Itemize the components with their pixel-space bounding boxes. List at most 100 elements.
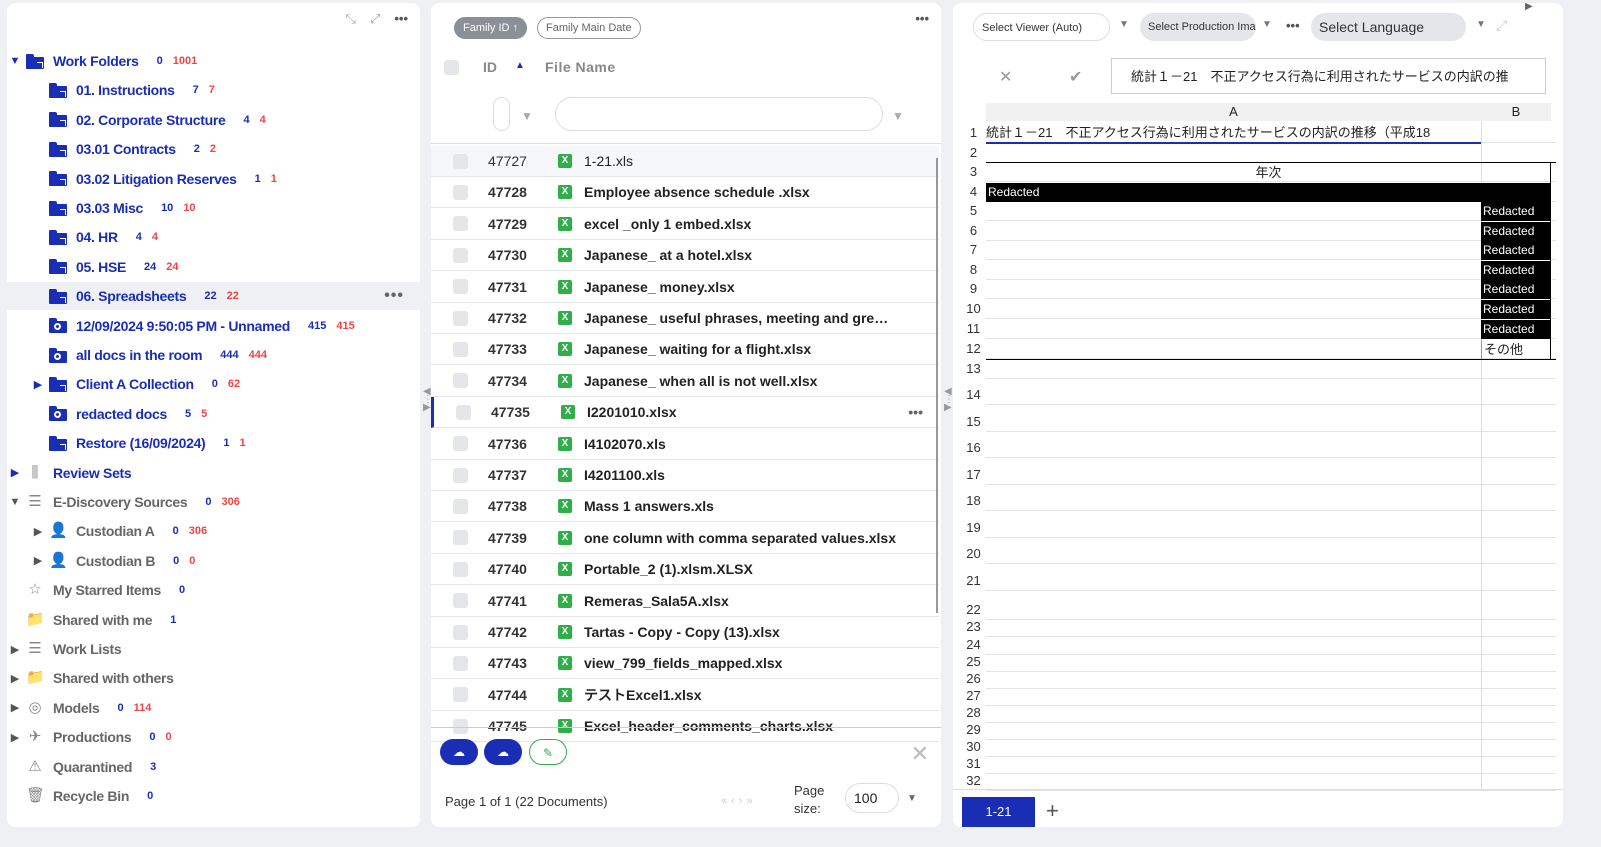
chevron-right-icon[interactable]: ▶ xyxy=(8,466,22,479)
row-checkbox[interactable] xyxy=(453,593,468,609)
table-row[interactable]: 47743 Xview_799_fields_mapped.xlsx xyxy=(431,648,939,680)
filter-icon[interactable]: ▼ xyxy=(521,109,533,123)
row-header[interactable]: 14 xyxy=(961,386,986,404)
production-select[interactable]: Select Production Imag xyxy=(1140,13,1256,41)
cell-b12[interactable]: その他 xyxy=(1481,340,1551,360)
row-checkbox[interactable] xyxy=(453,247,468,263)
more-icon[interactable]: ••• xyxy=(384,287,404,305)
play-icon[interactable]: ▶ xyxy=(1525,3,1533,12)
row-header[interactable]: 20 xyxy=(961,545,986,563)
table-row[interactable]: 47727 X 1-21.xls xyxy=(431,146,939,177)
tree-item[interactable]: 🗑 Recycle Bin 0 xyxy=(7,782,420,810)
row-header[interactable]: 12 xyxy=(961,340,986,358)
row-header[interactable]: 30 xyxy=(961,738,986,756)
filename-filter-input[interactable] xyxy=(555,97,883,131)
sort-pill-family-id[interactable]: Family ID ↑ xyxy=(454,17,527,39)
table-row[interactable]: 47736 X I4102070.xls xyxy=(431,429,939,460)
table-row[interactable]: 47739 Xone column with comma separated va… xyxy=(431,523,939,554)
row-checkbox[interactable] xyxy=(453,153,468,169)
row-header[interactable]: 18 xyxy=(961,492,986,510)
row-header[interactable]: 19 xyxy=(961,519,986,537)
tree-item[interactable]: 📁 Shared with me 1 xyxy=(7,606,420,634)
row-header[interactable]: 11 xyxy=(961,320,986,338)
chevron-down-icon[interactable]: ▼ xyxy=(8,55,22,67)
row-checkbox[interactable] xyxy=(453,184,468,200)
tree-item[interactable]: 05. HSE 24 24 xyxy=(7,253,420,281)
splitter-handle[interactable]: ◀ ⋮ ▶ xyxy=(423,387,433,413)
row-header[interactable]: 29 xyxy=(961,721,986,739)
row-header[interactable]: 32 xyxy=(961,772,986,790)
add-sheet-button[interactable]: + xyxy=(1046,798,1059,824)
more-icon[interactable]: ••• xyxy=(1286,18,1300,33)
more-icon[interactable]: ••• xyxy=(394,11,408,27)
row-header[interactable]: 23 xyxy=(961,618,986,636)
tree-item[interactable]: 03.02 Litigation Reserves 1 1 xyxy=(7,165,420,193)
row-checkbox[interactable] xyxy=(456,404,471,420)
table-row[interactable]: 47732 X Japanese_ useful phrases, meeting … xyxy=(431,303,939,334)
chevron-right-icon[interactable]: ▶ xyxy=(8,701,22,714)
row-header[interactable]: 22 xyxy=(961,601,986,619)
tree-item[interactable]: 03.01 Contracts 2 2 xyxy=(7,135,420,163)
tree-item[interactable]: ▼ ☰ E-Discovery Sources 0 306 xyxy=(7,488,420,516)
tree-item[interactable]: ▶ ⫼ Review Sets xyxy=(7,459,420,487)
table-row[interactable]: 47738 X Mass 1 answers.xls xyxy=(431,491,939,523)
sheet-tab[interactable]: 1-21 xyxy=(962,797,1035,827)
column-header-b[interactable]: B xyxy=(1481,103,1551,121)
table-row[interactable]: 47731 X Japanese_ money.xlsx xyxy=(431,272,939,303)
select-all-checkbox[interactable] xyxy=(444,60,459,75)
table-row[interactable]: 47744 X テストExcel1.xlsx xyxy=(431,680,939,711)
chevron-down-icon[interactable]: ▼ xyxy=(1262,19,1272,30)
collapse-icon[interactable]: ⤡ xyxy=(346,11,356,27)
table-row[interactable]: 47740 X Portable_2 (1).xlsm.XLSX xyxy=(431,554,939,586)
id-filter-input[interactable] xyxy=(493,97,510,131)
chevron-down-icon[interactable]: ▼ xyxy=(1476,19,1486,30)
tree-item[interactable]: 04. HR 4 4 xyxy=(7,223,420,251)
row-header[interactable]: 10 xyxy=(961,300,986,318)
chevron-down-icon[interactable]: ▼ xyxy=(907,793,917,804)
cancel-icon[interactable]: ✕ xyxy=(999,67,1012,87)
sort-asc-icon[interactable]: ▲ xyxy=(515,60,525,71)
row-header[interactable]: 7 xyxy=(961,241,986,259)
row-header[interactable]: 26 xyxy=(961,670,986,688)
expand-icon[interactable]: ⤢ xyxy=(370,11,380,27)
chevron-right-icon[interactable]: ▶ xyxy=(31,554,45,567)
row-header[interactable]: 5 xyxy=(961,202,986,220)
row-header[interactable]: 2 xyxy=(961,144,986,162)
row-checkbox[interactable] xyxy=(453,341,468,357)
row-checkbox[interactable] xyxy=(453,687,468,703)
table-row[interactable]: 47741 X Remeras_Sala5A.xlsx xyxy=(431,586,939,617)
formula-bar[interactable]: 統計１－21 不正アクセス行為に利用されたサービスの内訳の推 xyxy=(1111,58,1546,94)
row-header[interactable]: 17 xyxy=(961,466,986,484)
row-header[interactable]: 24 xyxy=(961,636,986,654)
column-header-a[interactable]: A xyxy=(986,103,1481,121)
row-checkbox[interactable] xyxy=(453,530,468,546)
tree-item[interactable]: Restore (16/09/2024) 1 1 xyxy=(7,429,420,457)
filename-column-header[interactable]: File Name xyxy=(545,59,616,75)
tree-item[interactable]: ⚠ Quarantined 3 xyxy=(7,753,420,781)
chevron-down-icon[interactable]: ▼ xyxy=(8,496,22,508)
row-checkbox[interactable] xyxy=(453,216,468,232)
page-size-select[interactable]: 100 xyxy=(845,783,899,813)
upload-button[interactable]: ☁ xyxy=(440,739,478,765)
table-row[interactable]: 47737 X I4201100.xls xyxy=(431,460,939,491)
tree-item[interactable]: redacted docs 5 5 xyxy=(7,400,420,428)
row-header[interactable]: 28 xyxy=(961,704,986,722)
tree-item[interactable]: ▶ 👤 Custodian A 0 306 xyxy=(7,517,420,545)
row-checkbox[interactable] xyxy=(453,279,468,295)
table-row[interactable]: 47729 Xexcel _only 1 embed.xlsx xyxy=(431,209,939,240)
expand-icon[interactable]: ⤢ xyxy=(1496,17,1507,34)
row-header[interactable]: 31 xyxy=(961,755,986,773)
row-checkbox[interactable] xyxy=(453,310,468,326)
close-icon[interactable]: ✕ xyxy=(911,741,929,767)
row-header[interactable]: 13 xyxy=(961,360,986,378)
id-column-header[interactable]: ID xyxy=(483,59,497,75)
row-header[interactable]: 21 xyxy=(961,572,986,590)
chevron-right-icon[interactable]: ▶ xyxy=(8,643,22,656)
chevron-right-icon[interactable]: ▶ xyxy=(8,672,22,685)
tree-item[interactable]: all docs in the room 444 444 xyxy=(7,341,420,369)
row-header[interactable]: 15 xyxy=(961,413,986,431)
chevron-right-icon[interactable]: ▶ xyxy=(8,731,22,744)
tree-item[interactable]: 12/09/2024 9:50:05 PM - Unnamed 415 415 xyxy=(7,312,420,340)
download-button[interactable]: ☁ xyxy=(484,739,522,765)
row-header[interactable]: 3 xyxy=(961,163,986,181)
